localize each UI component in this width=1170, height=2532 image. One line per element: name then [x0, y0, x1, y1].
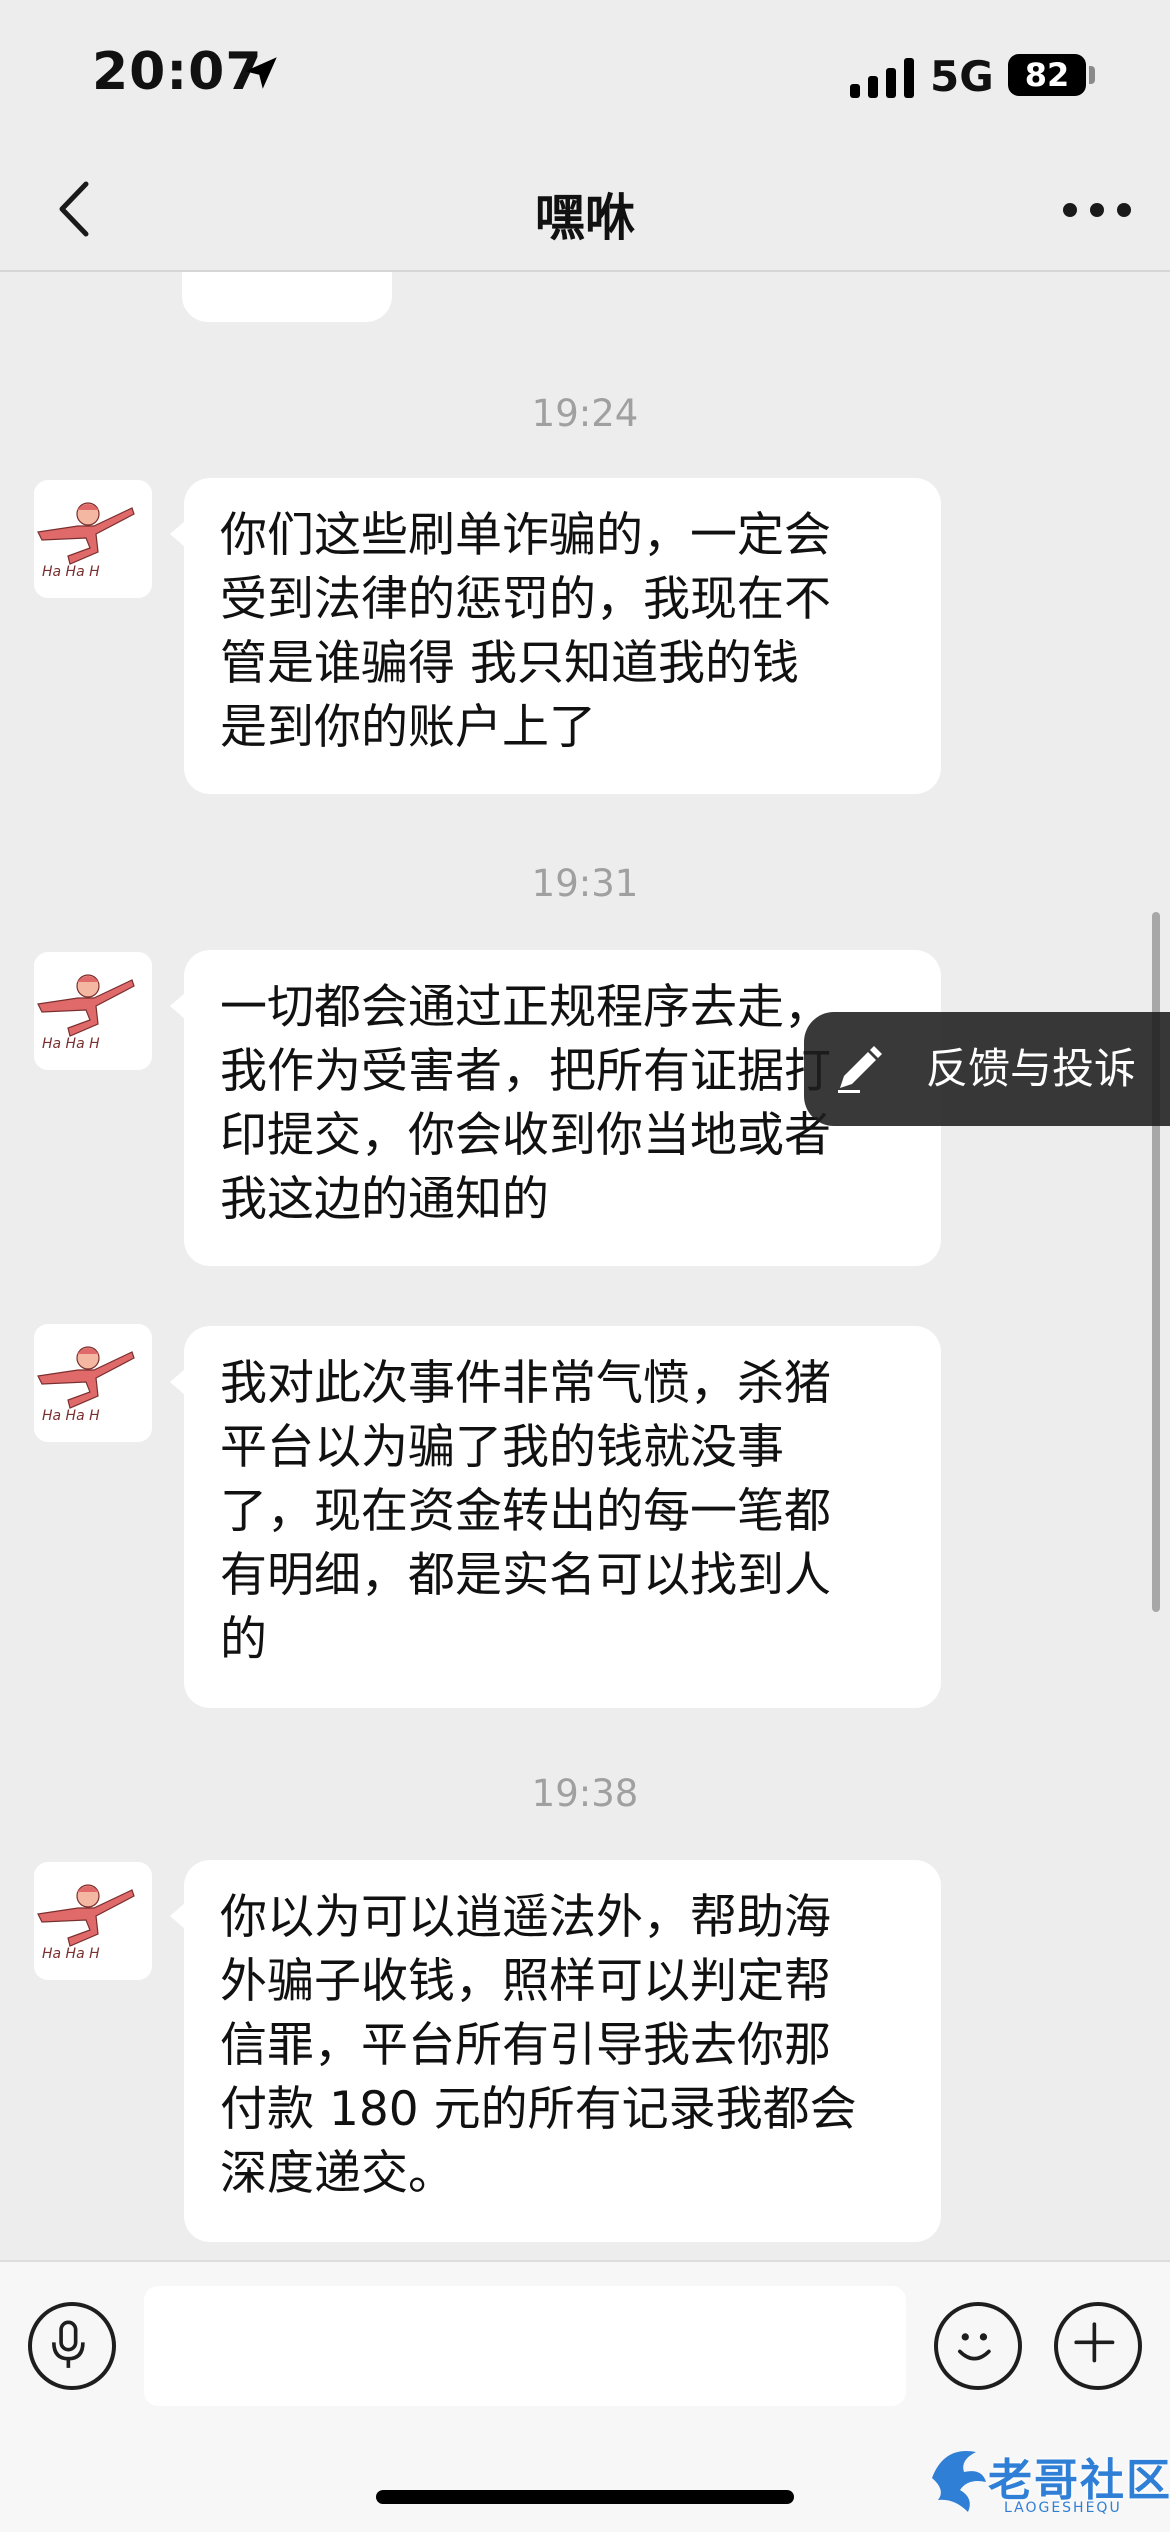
- timestamp: 19:24: [531, 392, 639, 435]
- timestamp: 19:38: [531, 1772, 639, 1815]
- message-list[interactable]: 19:24 Ha Ha H 你们这些刷单诈骗的，一定会 受到法律的惩罚的，我现在…: [0, 272, 1170, 2260]
- watermark-subtext: LAOGESHEQU: [1004, 2500, 1122, 2516]
- battery-icon: 82: [1008, 54, 1086, 96]
- dragon-logo-icon: [932, 2451, 986, 2512]
- feedback-button[interactable]: 反馈与投诉: [804, 1012, 1170, 1126]
- message-bubble[interactable]: 你们这些刷单诈骗的，一定会 受到法律的惩罚的，我现在不 管是谁骗得 我只知道我的…: [170, 478, 941, 794]
- watermark: 老哥社区 LAOGESHEQU: [924, 2428, 1170, 2532]
- plus-icon[interactable]: [1054, 2302, 1142, 2390]
- shared-card-fragment[interactable]: [182, 272, 392, 322]
- message-bubble[interactable]: 你以为可以逍遥法外，帮助海 外骗子收钱，照样可以判定帮 信罪，平台所有引导我去你…: [170, 1860, 941, 2242]
- smiley-icon[interactable]: [934, 2302, 1022, 2390]
- svg-text:Ha Ha H: Ha Ha H: [42, 1946, 100, 1962]
- network-label: 5G: [930, 52, 994, 101]
- pencil-icon: [838, 1046, 882, 1093]
- location-arrow-icon: [245, 57, 277, 89]
- chat-title: 嘿咻: [535, 189, 635, 247]
- message-input[interactable]: [144, 2286, 906, 2406]
- avatar[interactable]: Ha Ha H: [34, 1324, 152, 1442]
- status-bar: 20:07 5G 82: [0, 0, 1170, 150]
- signal-icon: [850, 58, 914, 98]
- battery-tip: [1089, 66, 1095, 84]
- feedback-label: 反馈与投诉: [926, 1044, 1137, 1093]
- message-bubble[interactable]: 我对此次事件非常气愤，杀猪 平台以为骗了我的钱就没事 了，现在资金转出的每一笔都…: [170, 1326, 941, 1708]
- svg-text:Ha Ha H: Ha Ha H: [42, 564, 100, 580]
- avatar[interactable]: Ha Ha H: [34, 1862, 152, 1980]
- svg-text:Ha Ha H: Ha Ha H: [42, 1408, 100, 1424]
- nav-bar: 嘿咻: [0, 150, 1170, 272]
- avatar[interactable]: Ha Ha H: [34, 952, 152, 1070]
- timestamp: 19:31: [531, 862, 639, 905]
- avatar[interactable]: Ha Ha H: [34, 480, 152, 598]
- status-time: 20:07: [92, 42, 263, 102]
- more-dots-icon[interactable]: [1060, 188, 1134, 232]
- svg-text:Ha Ha H: Ha Ha H: [42, 1036, 100, 1052]
- watermark-text: 老哥社区: [988, 2455, 1170, 2506]
- microphone-icon[interactable]: [28, 2302, 116, 2390]
- battery-level: 82: [1024, 56, 1070, 94]
- home-indicator[interactable]: [376, 2490, 794, 2504]
